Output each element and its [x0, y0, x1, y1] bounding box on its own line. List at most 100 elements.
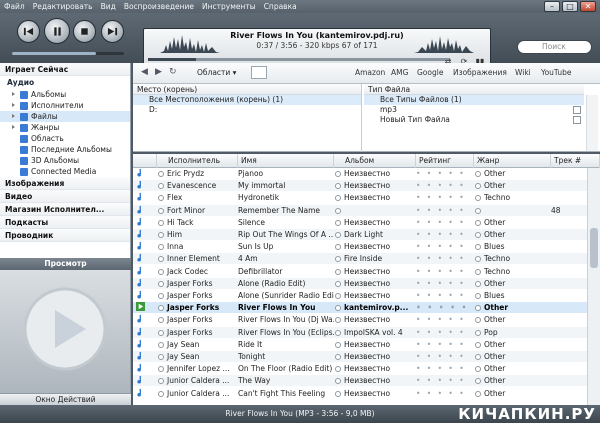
volume-slider[interactable] — [12, 52, 124, 55]
back-arrow-icon[interactable]: ◀ — [141, 67, 148, 77]
pause-button[interactable] — [44, 18, 70, 44]
filter-location-d[interactable]: D: — [133, 105, 361, 115]
expand-arrow-icon[interactable] — [12, 125, 15, 129]
filter-location-all[interactable]: Все Местоположения (корень) (1) — [133, 95, 361, 105]
table-row[interactable]: Evanescence My immortal Неизвестно Other • •… — [133, 180, 600, 192]
column-name[interactable]: Имя — [238, 154, 334, 168]
menu-view[interactable]: Вид — [97, 2, 120, 11]
track-rating[interactable]: • • • • • — [416, 192, 473, 203]
table-row[interactable]: Flex Hydronetik Неизвестно Techno • • • • • — [133, 192, 600, 203]
table-row[interactable]: Jasper Forks River Flows In You (Dj Wa...… — [133, 314, 600, 325]
track-rating[interactable]: • • • • • — [416, 290, 473, 301]
track-rating[interactable]: • • • • • — [416, 351, 473, 362]
table-row[interactable]: Jay Sean Tonight Неизвестно Other • • • • • — [133, 351, 600, 362]
table-row[interactable]: Jasper Forks Alone (Sunrider Radio Edit) Н… — [133, 290, 600, 301]
track-rating[interactable]: • • • • • — [416, 241, 473, 252]
table-row[interactable]: Jasper Forks Alone (Radio Edit) Неизвестно… — [133, 277, 600, 289]
sidebar-store[interactable]: Магазин Исполнител... — [0, 203, 130, 216]
table-row[interactable]: Junior Caldera ... The Way Неизвестно Other… — [133, 375, 600, 387]
track-rating[interactable]: • • • • • — [416, 375, 473, 386]
refresh-icon[interactable]: ↻ — [169, 67, 177, 77]
column-rating[interactable]: Рейтинг — [416, 154, 474, 168]
table-row[interactable]: Fort Minor Remember The Name 48 • • • • • — [133, 204, 600, 216]
column-track[interactable]: Трек # — [551, 154, 600, 168]
sidebar-images[interactable]: Изображения — [0, 177, 130, 190]
menu-tools[interactable]: Инструменты — [198, 2, 260, 11]
filter-scrollbar[interactable] — [586, 95, 598, 151]
menu-playback[interactable]: Воспроизведение — [120, 2, 198, 11]
preview-play-icon[interactable] — [22, 286, 108, 372]
filter-type-new-checkbox[interactable] — [573, 116, 581, 124]
column-album[interactable]: Альбом — [334, 154, 416, 168]
link-google[interactable]: Google — [417, 68, 443, 77]
layout-toggle[interactable] — [251, 66, 267, 79]
track-rating[interactable]: • • • • • — [416, 388, 473, 399]
menu-file[interactable]: Файл — [0, 2, 29, 11]
link-amazon[interactable]: Amazon — [355, 68, 385, 77]
areas-dropdown[interactable]: Области ▾ — [197, 66, 236, 80]
filter-location-header[interactable]: Место (корень) — [133, 84, 361, 95]
stop-button[interactable] — [73, 20, 96, 43]
table-row[interactable]: Jack Codec Defibrillator Неизвестно Techno •… — [133, 266, 600, 277]
link-amg[interactable]: AMG — [391, 68, 408, 77]
filter-type-all[interactable]: Все Типы Файлов (1) — [364, 95, 584, 105]
link-wiki[interactable]: Wiki — [515, 68, 531, 77]
link-images[interactable]: Изображения — [453, 68, 507, 77]
filter-type-mp3-checkbox[interactable] — [573, 106, 581, 114]
close-button[interactable]: ✕ — [580, 1, 596, 12]
track-list-scroll-thumb[interactable] — [590, 228, 598, 268]
sidebar-item[interactable]: 3D Альбомы — [0, 155, 130, 166]
filter-type-mp3[interactable]: mp3 — [364, 105, 584, 115]
table-row[interactable]: Jay Sean Ride It Неизвестно Other • • • • • — [133, 339, 600, 350]
sidebar-podcasts[interactable]: Подкасты — [0, 216, 130, 229]
link-youtube[interactable]: YouTube — [541, 68, 572, 77]
track-rating[interactable]: • • • • • — [416, 266, 473, 277]
track-rating[interactable]: • • • • • — [416, 339, 473, 350]
track-rating[interactable]: • • • • • — [416, 180, 473, 191]
sidebar-item[interactable]: Жанры — [0, 122, 130, 133]
sidebar-now-playing[interactable]: Играет Сейчас — [0, 63, 130, 76]
table-row[interactable]: Junior Caldera ... Can't Fight This Feeli… — [133, 388, 600, 399]
table-row[interactable]: Jennifer Lopez ... On The Floor (Radio Ed… — [133, 363, 600, 374]
expand-arrow-icon[interactable] — [12, 103, 15, 107]
track-rating[interactable]: • • • • • — [416, 278, 473, 289]
track-rating[interactable]: • • • • • — [416, 302, 473, 313]
filter-type-new[interactable]: Новый Тип Файла — [364, 115, 584, 125]
search-input[interactable]: Поиск — [517, 40, 592, 54]
sidebar-item[interactable]: Альбомы — [0, 89, 130, 100]
track-rating[interactable]: • • • • • — [416, 205, 473, 216]
track-rating[interactable]: • • • • • — [416, 253, 473, 264]
track-rating[interactable]: • • • • • — [416, 314, 473, 325]
expand-arrow-icon[interactable] — [12, 92, 15, 96]
sidebar-item[interactable]: Последние Альбомы — [0, 144, 130, 155]
column-genre[interactable]: Жанр — [474, 154, 551, 168]
next-button[interactable] — [101, 20, 124, 43]
track-list-scrollbar[interactable] — [587, 168, 600, 405]
track-rating[interactable]: • • • • • — [416, 168, 473, 179]
sidebar-browser[interactable]: Проводник — [0, 229, 130, 242]
table-row[interactable]: Inna Sun Is Up Неизвестно Blues • • • • • — [133, 241, 600, 252]
sidebar-item[interactable]: Исполнители — [0, 100, 130, 111]
table-row[interactable]: Him Rip Out The Wings Of A ... Dark Light O… — [133, 229, 600, 240]
filter-type-header[interactable]: Тип Файла — [364, 84, 584, 95]
column-artist[interactable]: Исполнитель — [157, 154, 238, 168]
track-rating[interactable]: • • • • • — [416, 327, 473, 338]
table-row[interactable]: Jasper Forks River Flows In You (Eclips..… — [133, 326, 600, 338]
maximize-button[interactable]: □ — [562, 1, 578, 12]
sidebar-item[interactable]: Область — [0, 133, 130, 144]
sidebar-video[interactable]: Видео — [0, 190, 130, 203]
menu-help[interactable]: Справка — [260, 2, 301, 11]
expand-arrow-icon[interactable] — [12, 114, 15, 118]
track-rating[interactable]: • • • • • — [416, 363, 473, 374]
sidebar-item[interactable]: Файлы — [0, 111, 130, 122]
table-row[interactable]: Inner Element 4 Am Fire Inside Techno • • • … — [133, 253, 600, 265]
minimize-button[interactable]: – — [544, 1, 560, 12]
preview-header[interactable]: Просмотр — [0, 258, 131, 270]
sidebar-item[interactable]: Connected Media — [0, 166, 130, 177]
forward-arrow-icon[interactable]: ▶ — [155, 67, 162, 77]
table-row[interactable]: Hi Tack Silence Неизвестно Other • • • • • — [133, 217, 600, 228]
action-window-button[interactable]: Окно Действий — [0, 393, 131, 405]
track-rating[interactable]: • • • • • — [416, 217, 473, 228]
previous-button[interactable] — [17, 20, 40, 43]
menu-edit[interactable]: Редактировать — [29, 2, 97, 11]
